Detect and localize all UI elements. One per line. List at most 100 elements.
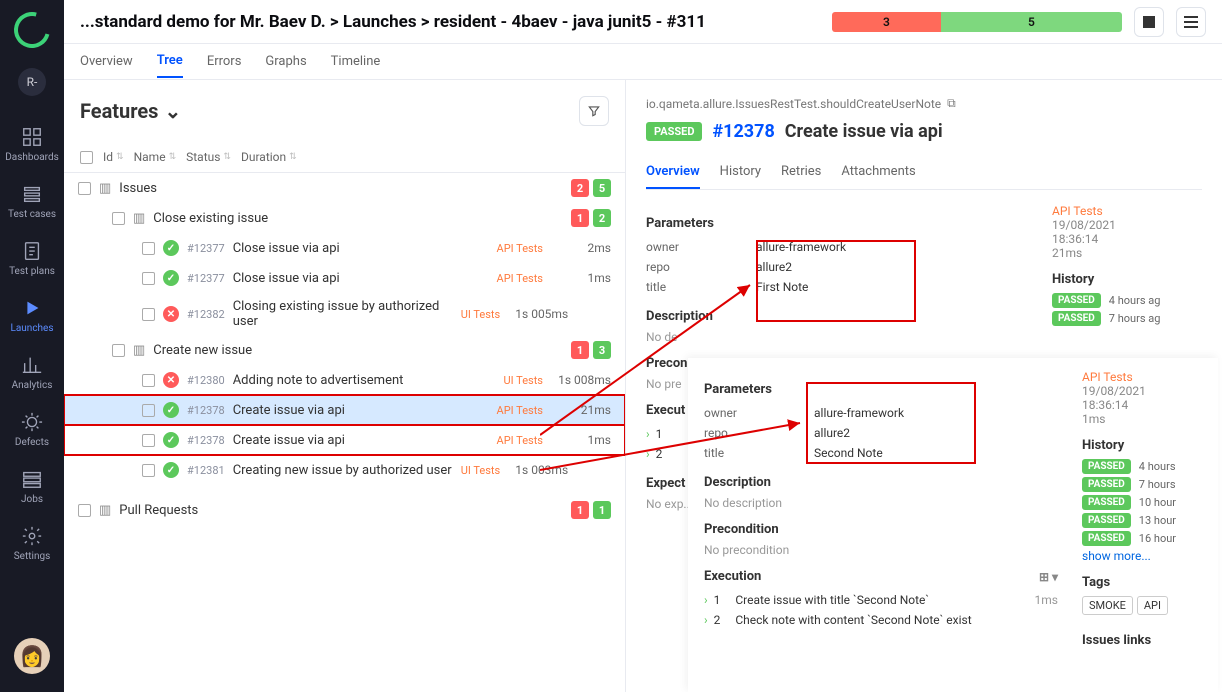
history-badge: PASSED [1082, 495, 1131, 510]
test-id: #12378 [187, 434, 225, 447]
pass-icon: ✓ [163, 462, 179, 478]
sidebar-item-testcases[interactable]: Test cases [0, 173, 64, 230]
fail-icon: ✕ [163, 306, 179, 322]
copy-icon[interactable] [947, 96, 956, 111]
sidebar-item-launches[interactable]: Launches [0, 287, 64, 344]
stop-button[interactable] [1134, 7, 1164, 37]
caret-icon[interactable]: › [704, 613, 708, 627]
tab-overview[interactable]: Overview [80, 46, 133, 77]
step-num: 1 [656, 427, 663, 441]
meta-tag: API Tests [1052, 204, 1202, 218]
description-heading: Description [646, 309, 1022, 324]
test-title-name: Create issue via api [785, 121, 943, 142]
caret-icon[interactable]: › [646, 427, 650, 441]
history-badge: PASSED [1082, 459, 1131, 474]
tag-chip[interactable]: API [1137, 596, 1168, 615]
breadcrumb[interactable]: ...standard demo for Mr. Baev D. > Launc… [80, 12, 706, 32]
filter-button[interactable] [579, 96, 609, 126]
test-name: Create issue via api [233, 403, 489, 418]
group-row[interactable]: ▥ Pull Requests 1 1 [64, 495, 625, 525]
test-row[interactable]: ✕#12380Adding note to advertisementUI Te… [64, 365, 625, 395]
detail-tab-history[interactable]: History [720, 156, 761, 189]
filter-icon [587, 104, 601, 118]
col-name[interactable]: Name⇅ [134, 150, 177, 164]
tag-chip[interactable]: SMOKE [1082, 596, 1133, 615]
history-badge: PASSED [1082, 513, 1131, 528]
tab-graphs[interactable]: Graphs [265, 46, 306, 77]
workspace-avatar[interactable]: R- [18, 68, 46, 96]
test-row[interactable]: ✕#12382Closing existing issue by authori… [64, 293, 625, 335]
checkbox[interactable] [142, 308, 155, 321]
select-all-checkbox[interactable] [80, 151, 93, 164]
caret-icon[interactable]: › [704, 593, 708, 607]
history-time: 4 hours ag [1109, 294, 1161, 307]
test-row[interactable]: ✓#12378Create issue via apiAPI Tests1ms [64, 425, 625, 455]
sidebar-item-jobs[interactable]: Jobs [0, 458, 64, 515]
group-row[interactable]: ▥ Close existing issue 1 2 [64, 203, 625, 233]
menu-button[interactable] [1176, 7, 1206, 37]
meta-time: 18:36:14 [1082, 398, 1202, 412]
history-heading: History [1052, 272, 1202, 287]
test-duration: 1s 003ms [508, 463, 568, 477]
panel-title[interactable]: Features ⌄ [80, 99, 181, 123]
checkbox[interactable] [142, 242, 155, 255]
group-row[interactable]: ▥ Create new issue 1 3 [64, 335, 625, 365]
param-key: repo [646, 260, 756, 274]
group-name: Close existing issue [153, 211, 268, 226]
panel-title-text: Features [80, 99, 158, 123]
test-row[interactable]: ✓#12377Close issue via apiAPI Tests1ms [64, 263, 625, 293]
pass-icon: ✓ [163, 432, 179, 448]
history-time: 4 hours [1139, 460, 1176, 473]
sidebar-item-settings[interactable]: Settings [0, 515, 64, 572]
param-value: allure2 [814, 426, 850, 440]
group-name: Create new issue [153, 343, 252, 358]
tab-tree[interactable]: Tree [157, 45, 183, 78]
test-title-id[interactable]: #12378 [712, 121, 774, 142]
col-id[interactable]: Id⇅ [103, 150, 124, 164]
col-duration[interactable]: Duration⇅ [241, 150, 297, 164]
tags-heading: Tags [1082, 575, 1202, 590]
sidebar-item-label: Dashboards [5, 152, 59, 163]
detail-tab-attachments[interactable]: Attachments [841, 156, 915, 189]
checkbox[interactable] [142, 272, 155, 285]
launches-icon [21, 297, 43, 319]
checkbox[interactable] [142, 404, 155, 417]
folder-icon: ▥ [133, 343, 145, 358]
test-row[interactable]: ✓#12377Close issue via apiAPI Tests2ms [64, 233, 625, 263]
no-precondition: No precondition [704, 543, 1058, 557]
parameters-heading: Parameters [646, 216, 1022, 231]
test-row[interactable]: ✓#12378Create issue via apiAPI Tests21ms [64, 395, 625, 425]
checkbox[interactable] [112, 212, 125, 225]
checkbox[interactable] [142, 434, 155, 447]
checkbox[interactable] [142, 464, 155, 477]
user-avatar[interactable]: 👩 [14, 638, 50, 674]
show-more-link[interactable]: show more... [1082, 549, 1202, 563]
test-name: Close issue via api [233, 241, 489, 256]
layout-icon[interactable]: ⊞ ▾ [1039, 570, 1058, 584]
sidebar-item-dashboards[interactable]: Dashboards [0, 116, 64, 173]
checkbox[interactable] [78, 182, 91, 195]
sidebar-item-defects[interactable]: Defects [0, 401, 64, 458]
caret-icon[interactable]: › [646, 447, 650, 461]
tab-errors[interactable]: Errors [207, 46, 242, 77]
issues-heading: Issues links [1082, 633, 1202, 648]
test-duration: 21ms [551, 403, 611, 417]
test-tag: API Tests [497, 272, 543, 285]
test-row[interactable]: ✓#12381Creating new issue by authorized … [64, 455, 625, 485]
checkbox[interactable] [142, 374, 155, 387]
test-id: #12380 [187, 374, 225, 387]
col-status[interactable]: Status⇅ [186, 150, 231, 164]
param-key: owner [646, 240, 756, 254]
detail-tab-overview[interactable]: Overview [646, 156, 700, 189]
sidebar-item-analytics[interactable]: Analytics [0, 344, 64, 401]
fail-icon: ✕ [163, 372, 179, 388]
group-row[interactable]: ▥ Issues 2 5 [64, 173, 625, 203]
detail-tab-retries[interactable]: Retries [781, 156, 821, 189]
checkbox[interactable] [112, 344, 125, 357]
checkbox[interactable] [78, 504, 91, 517]
history-heading: History [1082, 438, 1202, 453]
tab-timeline[interactable]: Timeline [331, 46, 381, 77]
history-badge: PASSED [1082, 531, 1131, 546]
sidebar-item-testplans[interactable]: Test plans [0, 230, 64, 287]
fail-count: 1 [571, 341, 589, 359]
